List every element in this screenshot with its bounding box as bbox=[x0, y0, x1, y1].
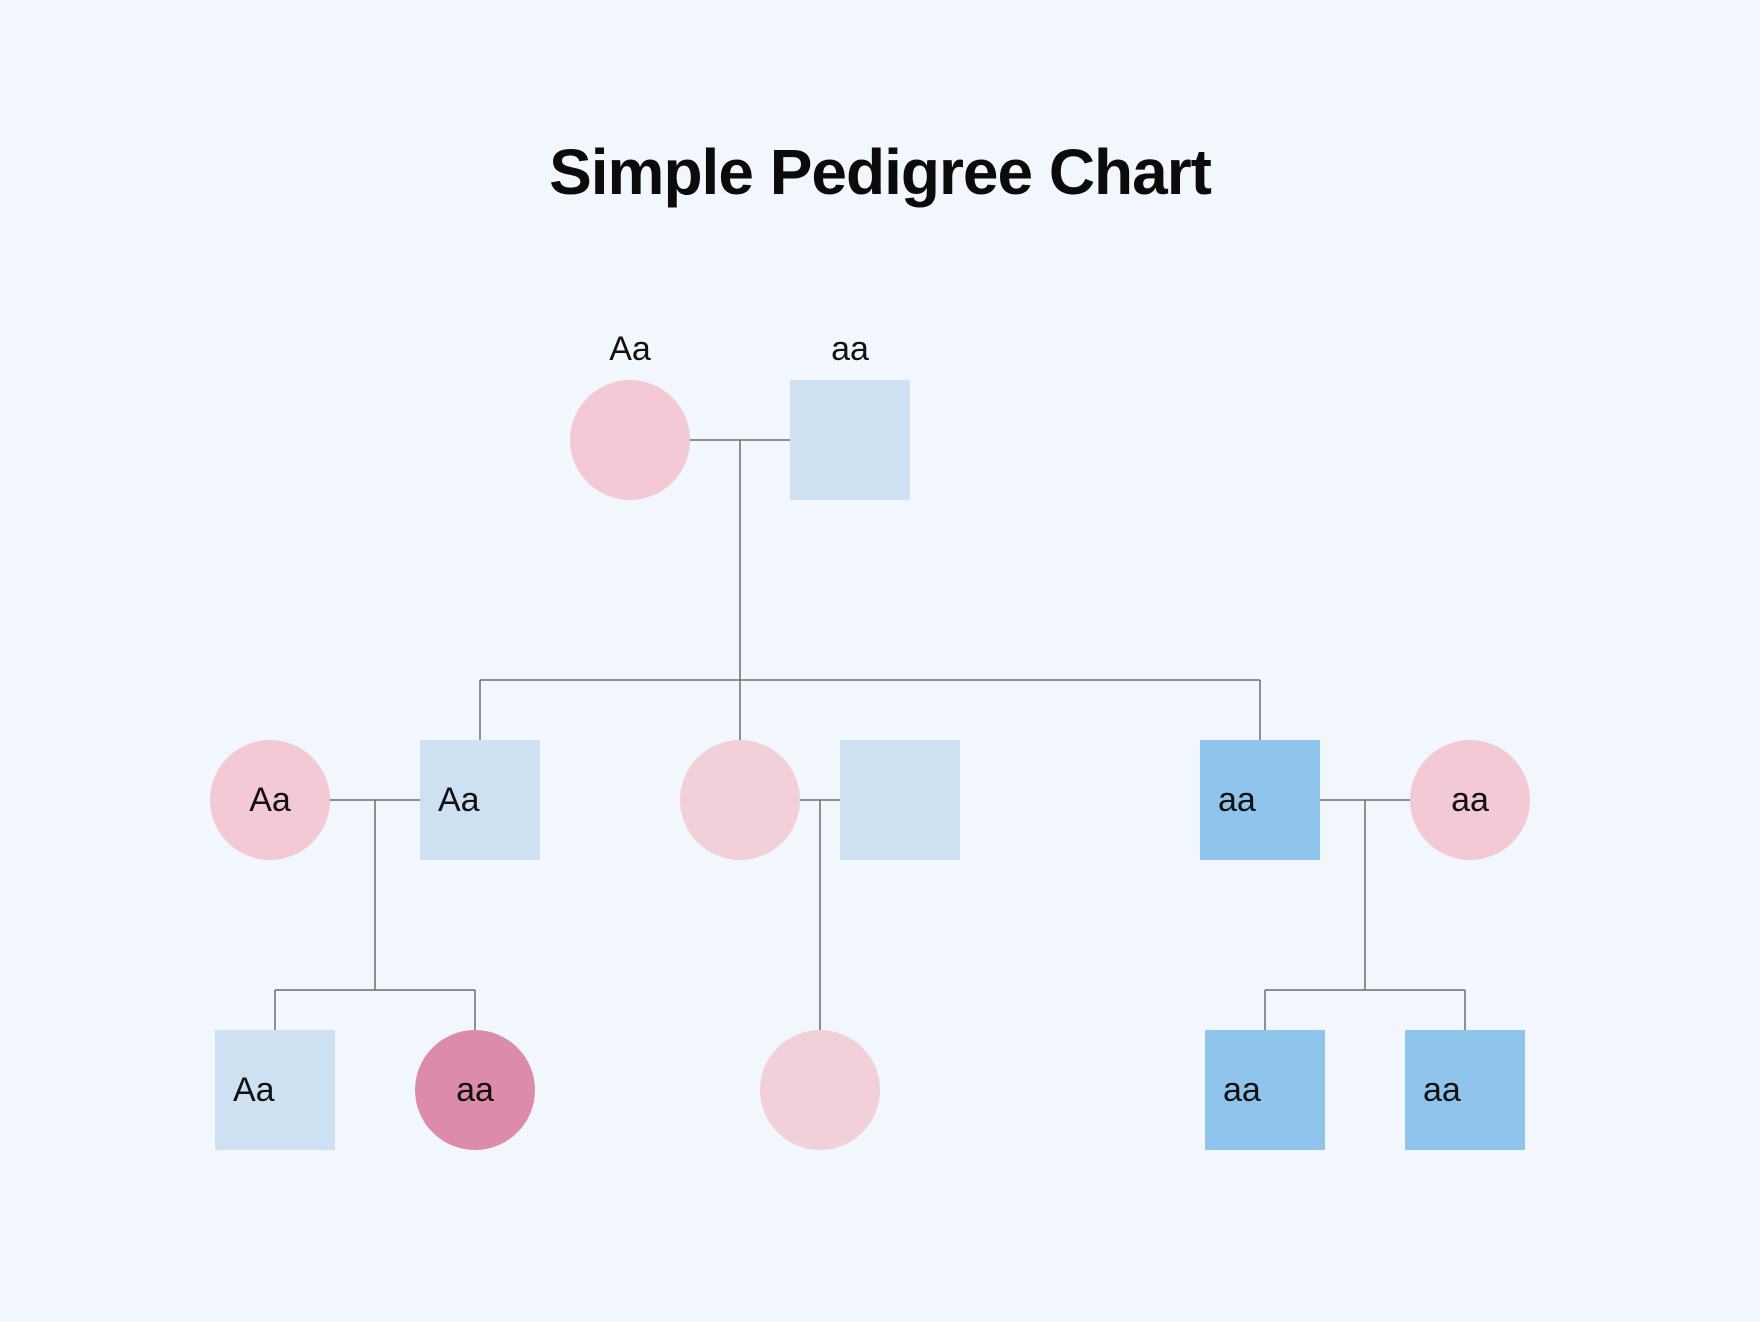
genotype-label: aa bbox=[790, 330, 910, 369]
genotype-label: aa bbox=[1218, 781, 1256, 820]
female-node: aa bbox=[1410, 740, 1530, 860]
genotype-label: Aa bbox=[233, 1071, 275, 1110]
male-node: Aa bbox=[215, 1030, 335, 1150]
genotype-label: Aa bbox=[570, 330, 690, 369]
male-node: aa bbox=[1200, 740, 1320, 860]
male-node: Aa bbox=[420, 740, 540, 860]
male-node: aa bbox=[1405, 1030, 1525, 1150]
female-node bbox=[760, 1030, 880, 1150]
female-node bbox=[570, 380, 690, 500]
genotype-label: aa bbox=[1223, 1071, 1261, 1110]
male-node bbox=[840, 740, 960, 860]
female-node bbox=[680, 740, 800, 860]
male-node: aa bbox=[1205, 1030, 1325, 1150]
female-node: aa bbox=[415, 1030, 535, 1150]
genotype-label: aa bbox=[456, 1071, 494, 1110]
genotype-label: aa bbox=[1423, 1071, 1461, 1110]
female-node: Aa bbox=[210, 740, 330, 860]
chart-title: Simple Pedigree Chart bbox=[0, 135, 1760, 209]
pedigree-canvas: { "title": "Simple Pedigree Chart", "col… bbox=[0, 0, 1760, 1322]
genotype-label: Aa bbox=[438, 781, 480, 820]
genotype-label: Aa bbox=[249, 781, 291, 820]
genotype-label: aa bbox=[1451, 781, 1489, 820]
male-node bbox=[790, 380, 910, 500]
